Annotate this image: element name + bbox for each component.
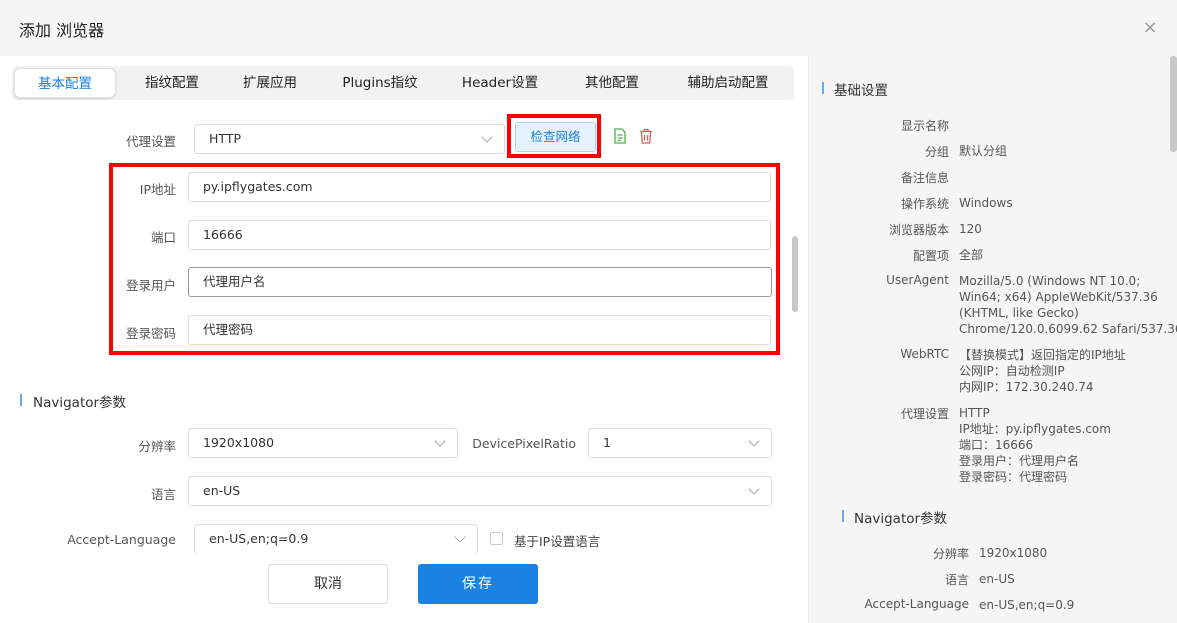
tab-bar: 基本配置 指纹配置 扩展应用 Plugins指纹 Header设置 其他配置 辅… bbox=[12, 66, 794, 100]
ip-language-label: 基于IP设置语言 bbox=[514, 534, 601, 549]
group-key: 分组 bbox=[924, 145, 949, 159]
password-label: 登录密码 bbox=[125, 326, 176, 341]
tab-launch[interactable]: 辅助启动配置 bbox=[676, 66, 780, 100]
language-label: 语言 bbox=[150, 487, 176, 502]
add-browser-dialog: 添加 浏览器 × 基本配置 指纹配置 扩展应用 Plugins指纹 Header… bbox=[0, 0, 1177, 623]
dialog-header: 添加 浏览器 × bbox=[0, 0, 1177, 56]
summary-language-value: en-US bbox=[979, 572, 1015, 586]
proxy-user-input[interactable]: 代理用户名 bbox=[188, 267, 772, 297]
ip-address-input[interactable]: py.ipflygates.com bbox=[188, 172, 771, 202]
resolution-label: 分辨率 bbox=[138, 439, 176, 454]
config-key: 配置项 bbox=[912, 249, 949, 263]
tab-extensions[interactable]: 扩展应用 bbox=[220, 66, 320, 100]
useragent-line: (KHTML, like Gecko) bbox=[959, 306, 1079, 320]
language-value: en-US bbox=[203, 483, 241, 498]
remark-key: 备注信息 bbox=[900, 171, 949, 185]
tab-header[interactable]: Header设置 bbox=[450, 66, 550, 100]
section-marker bbox=[20, 394, 22, 406]
port-label: 端口 bbox=[150, 230, 176, 245]
tab-basic[interactable]: 基本配置 bbox=[14, 68, 116, 98]
dpr-label: DevicePixelRatio bbox=[472, 436, 576, 451]
os-key: 操作系统 bbox=[900, 197, 949, 211]
user-label: 登录用户 bbox=[125, 278, 176, 293]
tab-fingerprint[interactable]: 指纹配置 bbox=[122, 66, 222, 100]
proxy-line: 登录密码：代理密码 bbox=[959, 470, 1068, 484]
display-name-key: 显示名称 bbox=[900, 119, 949, 133]
basic-section-title: 基础设置 bbox=[834, 83, 888, 99]
dialog-footer bbox=[0, 553, 808, 623]
chevron-down-icon bbox=[748, 435, 760, 447]
summary-accept-language-value: en-US,en;q=0.9 bbox=[979, 598, 1075, 612]
webrtc-line: 内网IP：172.30.240.74 bbox=[959, 380, 1094, 394]
resolution-select[interactable]: 1920x1080 bbox=[188, 428, 458, 458]
close-icon[interactable]: × bbox=[1140, 18, 1160, 38]
cancel-button[interactable]: 取消 bbox=[268, 564, 388, 604]
proxy-line: HTTP bbox=[959, 406, 990, 420]
navigator-summary-title: Navigator参数 bbox=[854, 511, 948, 527]
group-value: 默认分组 bbox=[959, 144, 1008, 158]
chevron-down-icon bbox=[481, 131, 493, 143]
ip-label: IP地址 bbox=[139, 182, 176, 197]
dpr-value: 1 bbox=[603, 435, 611, 450]
config-value: 全部 bbox=[959, 248, 984, 262]
summary-language-key: 语言 bbox=[944, 573, 969, 587]
proxy-type-select[interactable]: HTTP bbox=[194, 124, 505, 154]
proxy-line: 端口：16666 bbox=[959, 438, 1034, 452]
form-scrollbar[interactable] bbox=[792, 236, 798, 312]
tab-plugins[interactable]: Plugins指纹 bbox=[330, 66, 430, 100]
summary-accept-language-key: Accept-Language bbox=[864, 597, 969, 611]
trash-icon[interactable] bbox=[639, 128, 653, 144]
check-network-button[interactable]: 检查网络 bbox=[515, 122, 596, 152]
navigator-section-title: Navigator参数 bbox=[33, 395, 127, 411]
proxy-key: 代理设置 bbox=[900, 407, 949, 421]
summary-scrollbar[interactable] bbox=[1170, 56, 1177, 152]
os-value: Windows bbox=[959, 196, 1013, 210]
summary-panel bbox=[808, 56, 1177, 623]
section-marker bbox=[822, 82, 824, 94]
accept-language-select[interactable]: en-US,en;q=0.9 bbox=[194, 524, 478, 554]
browser-version-value: 120 bbox=[959, 222, 982, 236]
proxy-line: 登录用户：代理用户名 bbox=[959, 454, 1080, 468]
resolution-value: 1920x1080 bbox=[203, 435, 275, 450]
accept-language-value: en-US,en;q=0.9 bbox=[209, 531, 309, 546]
webrtc-key: WebRTC bbox=[900, 347, 949, 361]
summary-resolution-value: 1920x1080 bbox=[979, 546, 1048, 560]
proxy-line: IP地址：py.ipflygates.com bbox=[959, 422, 1111, 436]
chevron-down-icon bbox=[748, 483, 760, 495]
browser-version-key: 浏览器版本 bbox=[888, 223, 949, 237]
proxy-password-input[interactable]: 代理密码 bbox=[188, 315, 771, 345]
useragent-line: Chrome/120.0.6099.62 Safari/537.36 bbox=[959, 322, 1177, 336]
port-input[interactable]: 16666 bbox=[188, 220, 771, 250]
section-marker bbox=[842, 510, 844, 522]
summary-resolution-key: 分辨率 bbox=[932, 547, 969, 561]
dpr-select[interactable]: 1 bbox=[588, 428, 772, 458]
useragent-line: Mozilla/5.0 (Windows NT 10.0; bbox=[959, 274, 1141, 288]
tab-other[interactable]: 其他配置 bbox=[562, 66, 662, 100]
dialog-title: 添加 浏览器 bbox=[19, 21, 105, 40]
chevron-down-icon bbox=[454, 531, 466, 543]
webrtc-line: 【替换模式】返回指定的IP地址 bbox=[959, 348, 1126, 362]
proxy-type-value: HTTP bbox=[209, 131, 241, 146]
language-select[interactable]: en-US bbox=[188, 476, 772, 506]
document-icon[interactable] bbox=[613, 128, 627, 144]
webrtc-line: 公网IP：自动检测IP bbox=[959, 364, 1065, 378]
proxy-label: 代理设置 bbox=[125, 134, 176, 149]
accept-language-label: Accept-Language bbox=[67, 532, 176, 547]
save-button[interactable]: 保存 bbox=[418, 564, 538, 604]
ip-language-checkbox[interactable] bbox=[490, 532, 503, 545]
useragent-line: Win64; x64) AppleWebKit/537.36 bbox=[959, 290, 1158, 304]
useragent-key: UserAgent bbox=[886, 273, 949, 287]
chevron-down-icon bbox=[434, 435, 446, 447]
